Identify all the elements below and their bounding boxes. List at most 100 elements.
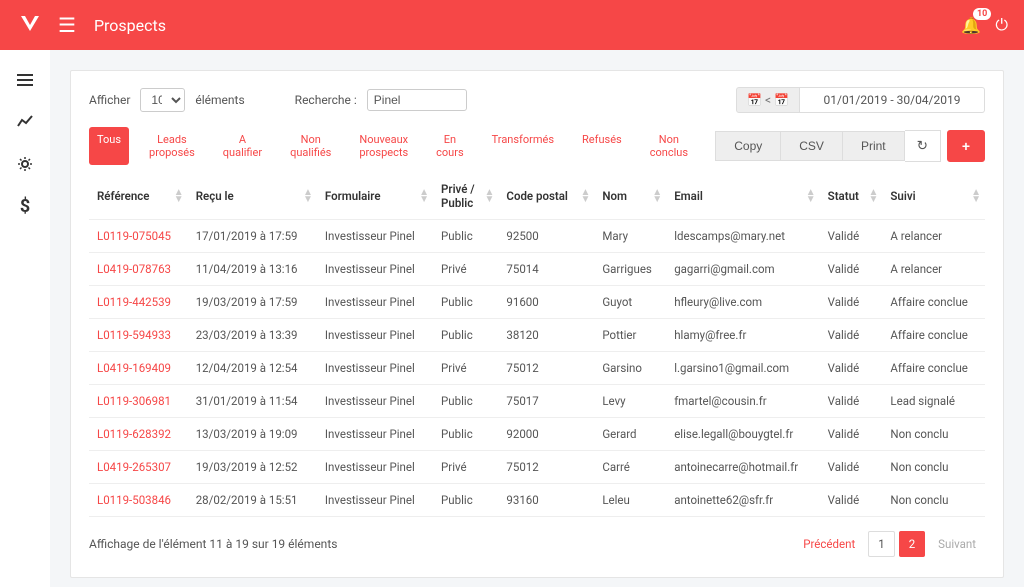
- cell-ref[interactable]: L0119-594933: [89, 319, 188, 352]
- plus-icon: +: [962, 138, 970, 154]
- topbar: ☰ Prospects 🔔 10 ⏻: [0, 0, 1024, 50]
- table-row: L0119-62839213/03/2019 à 19:09Investisse…: [89, 418, 985, 451]
- cell-recu: 13/03/2019 à 19:09: [188, 418, 317, 451]
- prospects-panel: Afficher 10 éléments Recherche : 📅 < 📅 0…: [70, 70, 1004, 578]
- cell-cp: 92000: [498, 418, 594, 451]
- cell-ref[interactable]: L0119-306981: [89, 385, 188, 418]
- cell-ref[interactable]: L0119-628392: [89, 418, 188, 451]
- cell-statut: Validé: [820, 418, 883, 451]
- cell-cp: 75012: [498, 352, 594, 385]
- cell-suivi: Non conclu: [882, 484, 985, 517]
- cell-email: antoinecarre@hotmail.fr: [666, 451, 819, 484]
- refresh-button[interactable]: ↻: [905, 130, 941, 162]
- cell-form: Investisseur Pinel: [317, 352, 433, 385]
- search-label: Recherche :: [295, 93, 357, 107]
- power-icon[interactable]: ⏻: [995, 15, 1008, 35]
- table-row: L0419-26530719/03/2019 à 12:52Investisse…: [89, 451, 985, 484]
- cell-recu: 19/03/2019 à 17:59: [188, 286, 317, 319]
- cell-suivi: Affaire conclue: [882, 286, 985, 319]
- tab-tous[interactable]: Tous: [89, 127, 129, 165]
- cell-statut: Validé: [820, 352, 883, 385]
- col-header[interactable]: Nom▲▼: [594, 173, 666, 220]
- cell-ref[interactable]: L0119-503846: [89, 484, 188, 517]
- tab-non-conclus[interactable]: Nonconclus: [642, 127, 696, 165]
- cell-statut: Validé: [820, 253, 883, 286]
- cell-recu: 31/01/2019 à 11:54: [188, 385, 317, 418]
- cell-suivi: Non conclu: [882, 451, 985, 484]
- table-row: L0119-30698131/01/2019 à 11:54Investisse…: [89, 385, 985, 418]
- cell-ref[interactable]: L0419-078763: [89, 253, 188, 286]
- table-row: L0119-59493323/03/2019 à 13:39Investisse…: [89, 319, 985, 352]
- cell-nom: Mary: [594, 220, 666, 253]
- cell-recu: 12/04/2019 à 12:54: [188, 352, 317, 385]
- date-range-picker-button[interactable]: 📅 < 📅: [736, 87, 800, 113]
- page-1[interactable]: 1: [868, 531, 894, 557]
- cell-suivi: A relancer: [882, 220, 985, 253]
- tab-leads-proposés[interactable]: Leadsproposés: [141, 127, 203, 165]
- tab-transformés[interactable]: Transformés: [484, 127, 562, 165]
- col-header[interactable]: Statut▲▼: [820, 173, 883, 220]
- table-row: L0119-44253919/03/2019 à 17:59Investisse…: [89, 286, 985, 319]
- page-2[interactable]: 2: [899, 531, 925, 557]
- cell-nom: Garrigues: [594, 253, 666, 286]
- copy-button[interactable]: Copy: [715, 131, 781, 161]
- col-header[interactable]: Formulaire▲▼: [317, 173, 433, 220]
- list-icon[interactable]: [15, 70, 35, 90]
- tab-refusés[interactable]: Refusés: [574, 127, 630, 165]
- cell-cp: 93160: [498, 484, 594, 517]
- table-row: L0419-07876311/04/2019 à 13:16Investisse…: [89, 253, 985, 286]
- page-next: Suivant: [929, 532, 985, 556]
- cell-statut: Validé: [820, 319, 883, 352]
- cell-recu: 28/02/2019 à 15:51: [188, 484, 317, 517]
- cell-priv: Privé: [433, 253, 498, 286]
- dollar-icon[interactable]: $: [15, 196, 35, 216]
- sort-icon: ▲▼: [303, 189, 313, 203]
- cell-form: Investisseur Pinel: [317, 220, 433, 253]
- col-header[interactable]: Code postal▲▼: [498, 173, 594, 220]
- cell-ref[interactable]: L0419-265307: [89, 451, 188, 484]
- sort-icon: ▲▼: [580, 189, 590, 203]
- page-size-select[interactable]: 10: [140, 88, 185, 112]
- date-range-display[interactable]: 01/01/2019 - 30/04/2019: [800, 87, 985, 113]
- cell-cp: 75012: [498, 451, 594, 484]
- page-prev[interactable]: Précédent: [794, 532, 864, 556]
- cell-recu: 17/01/2019 à 17:59: [188, 220, 317, 253]
- cell-form: Investisseur Pinel: [317, 286, 433, 319]
- cell-cp: 92500: [498, 220, 594, 253]
- tab-en-cours[interactable]: Encours: [428, 127, 472, 165]
- refresh-icon: ↻: [917, 138, 928, 153]
- cell-suivi: Lead signalé: [882, 385, 985, 418]
- tab-non-qualifiés[interactable]: Nonqualifiés: [282, 127, 339, 165]
- chart-icon[interactable]: [15, 112, 35, 132]
- cell-priv: Public: [433, 418, 498, 451]
- print-button[interactable]: Print: [843, 131, 905, 161]
- elements-label: éléments: [195, 93, 244, 107]
- cell-ref[interactable]: L0119-075045: [89, 220, 188, 253]
- notifications-icon[interactable]: 🔔 10: [961, 16, 981, 35]
- col-header[interactable]: Référence▲▼: [89, 173, 188, 220]
- cell-form: Investisseur Pinel: [317, 385, 433, 418]
- col-header[interactable]: Suivi▲▼: [882, 173, 985, 220]
- cell-recu: 19/03/2019 à 12:52: [188, 451, 317, 484]
- cell-priv: Public: [433, 220, 498, 253]
- tab-nouveaux-prospects[interactable]: Nouveauxprospects: [351, 127, 416, 165]
- gear-icon[interactable]: [15, 154, 35, 174]
- hamburger-icon[interactable]: ☰: [58, 13, 76, 37]
- col-header[interactable]: Privé /Public▲▼: [433, 173, 498, 220]
- cell-email: gagarri@gmail.com: [666, 253, 819, 286]
- col-header[interactable]: Email▲▼: [666, 173, 819, 220]
- pagination: Précédent 1 2 Suivant: [794, 531, 985, 557]
- page-title: Prospects: [94, 16, 166, 35]
- add-button[interactable]: +: [947, 130, 985, 162]
- tab-a-qualifier[interactable]: Aqualifier: [215, 127, 270, 165]
- csv-button[interactable]: CSV: [781, 131, 843, 161]
- cell-ref[interactable]: L0419-169409: [89, 352, 188, 385]
- cell-nom: Leleu: [594, 484, 666, 517]
- cell-email: hfleury@live.com: [666, 286, 819, 319]
- search-input[interactable]: [367, 89, 467, 111]
- cell-ref[interactable]: L0119-442539: [89, 286, 188, 319]
- cell-statut: Validé: [820, 484, 883, 517]
- col-header[interactable]: Reçu le▲▼: [188, 173, 317, 220]
- cell-nom: Pottier: [594, 319, 666, 352]
- table-info: Affichage de l'élément 11 à 19 sur 19 él…: [89, 537, 337, 551]
